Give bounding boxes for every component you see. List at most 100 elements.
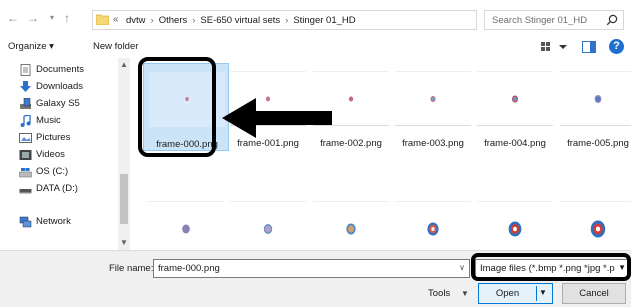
- nav-item-label: Downloads: [36, 81, 83, 92]
- file-name: frame-003.png: [402, 138, 464, 149]
- scroll-up-icon[interactable]: ▲: [120, 60, 128, 69]
- breadcrumb-item-others[interactable]: Others: [159, 15, 188, 26]
- file-name-dropdown-icon[interactable]: ∨: [459, 263, 465, 272]
- breadcrumb-item-dvtw[interactable]: dvtw: [126, 15, 146, 26]
- file-tile[interactable]: frame-000.png: [143, 63, 229, 151]
- stinger-frame-image: [512, 95, 518, 103]
- scrollbar-thumb[interactable]: [120, 174, 128, 224]
- change-view-icon[interactable]: [540, 40, 570, 54]
- stinger-frame-image: [508, 221, 522, 237]
- file-type-dropdown-icon[interactable]: ▼: [618, 263, 626, 272]
- drive-icon: [19, 168, 32, 178]
- search-icon[interactable]: [606, 14, 618, 26]
- stinger-frame-shape: [347, 225, 355, 233]
- file-type-label: Image files (*.bmp *.png *jpg *.p: [480, 263, 615, 274]
- file-tile[interactable]: frame-003.png: [390, 63, 476, 151]
- stinger-frame-shape: [431, 97, 435, 101]
- file-thumbnail: [148, 201, 224, 256]
- file-list: frame-000.png frame-001.png frame-002.png f…: [131, 58, 631, 279]
- file-name-combobox: ∨: [153, 259, 470, 278]
- breadcrumb-separator-icon[interactable]: ›: [285, 15, 288, 26]
- file-thumbnail: [230, 201, 306, 256]
- file-name: frame-004.png: [484, 138, 546, 149]
- stinger-frame-shape: [513, 226, 517, 232]
- organize-button[interactable]: Organize ▾: [8, 41, 54, 52]
- stinger-frame-shape: [348, 96, 354, 102]
- search-input[interactable]: [485, 11, 603, 29]
- file-thumbnail: [560, 201, 631, 256]
- stinger-frame-shape: [595, 96, 601, 102]
- file-name: frame-000.png: [156, 139, 218, 150]
- file-name: frame-005.png: [567, 138, 629, 149]
- stinger-frame-shape: [431, 227, 435, 231]
- annotation-arrow-icon: [222, 98, 332, 138]
- new-folder-button[interactable]: New folder: [93, 41, 138, 52]
- nav-item-label: Network: [36, 216, 71, 227]
- scroll-down-icon[interactable]: ▼: [120, 238, 128, 247]
- help-icon[interactable]: ?: [609, 39, 624, 54]
- cancel-button[interactable]: Cancel: [562, 283, 626, 304]
- music-icon: [20, 115, 31, 127]
- stinger-frame-image: [427, 222, 439, 236]
- folder-icon: [96, 14, 109, 25]
- forward-arrow-icon[interactable]: →: [26, 11, 40, 25]
- stinger-frame-image: [346, 223, 356, 235]
- breadcrumb-item-virtual-sets[interactable]: SE-650 virtual sets: [200, 15, 280, 26]
- up-arrow-icon[interactable]: ↑: [60, 11, 74, 25]
- stinger-frame-shape: [595, 226, 601, 232]
- file-thumbnail: [395, 201, 471, 256]
- back-arrow-icon[interactable]: ←: [6, 11, 20, 25]
- overflow-chevron-icon[interactable]: «: [113, 14, 119, 25]
- open-dropdown-icon[interactable]: ▼: [539, 288, 547, 297]
- file-tile[interactable]: frame-005.png: [555, 63, 631, 151]
- file-thumbnail: [477, 71, 553, 126]
- stinger-frame-shape: [185, 97, 189, 101]
- address-row: ← → ▾ ↑ « dvtw › Others › SE-650 virtual set…: [0, 0, 631, 38]
- nav-item-label: OS (C:): [36, 166, 69, 177]
- breadcrumb-separator-icon[interactable]: ›: [151, 15, 154, 26]
- tools-dropdown-icon[interactable]: ▼: [461, 289, 469, 298]
- stinger-frame-image: [594, 95, 602, 103]
- dialog-footer: File name: ∨ Image files (*.bmp *.png *j…: [0, 250, 631, 307]
- nav-item-label: Videos: [36, 149, 65, 160]
- stinger-frame-shape: [265, 225, 271, 233]
- command-bar: Organize ▾ New folder ?: [0, 38, 631, 58]
- file-tile[interactable]: frame-004.png: [472, 63, 558, 151]
- breadcrumb-separator-icon[interactable]: ›: [192, 15, 195, 26]
- file-name-input[interactable]: [154, 260, 454, 277]
- file-type-select[interactable]: Image files (*.bmp *.png *jpg *.p ▼: [475, 259, 630, 278]
- recent-locations-chevron-icon[interactable]: ▾: [45, 11, 59, 25]
- nav-item-label: Pictures: [36, 132, 71, 143]
- search-box: [484, 10, 624, 30]
- downloads-icon: [20, 81, 31, 92]
- file-thumbnail: [313, 201, 389, 256]
- breadcrumb-item-stinger[interactable]: Stinger 01_HD: [293, 15, 355, 26]
- drive-icon: [19, 189, 32, 194]
- nav-item-label: DATA (D:): [36, 183, 78, 194]
- open-button[interactable]: Open ▼: [478, 283, 553, 304]
- stinger-frame-image: [590, 220, 606, 238]
- pictures-icon: [19, 133, 32, 143]
- network-icon: [19, 216, 32, 228]
- nav-item-label: Music: [36, 115, 61, 126]
- file-thumbnail: [477, 201, 553, 256]
- file-thumbnail: [560, 71, 631, 126]
- tools-button[interactable]: Tools: [428, 288, 450, 299]
- nav-scrollbar[interactable]: ▲ ▼: [118, 58, 130, 250]
- breadcrumb: dvtw › Others › SE-650 virtual sets › Stinger …: [126, 15, 356, 26]
- documents-icon: [20, 64, 31, 76]
- open-button-label: Open: [495, 288, 520, 299]
- address-bar[interactable]: « dvtw › Others › SE-650 virtual sets › Stinge…: [92, 10, 519, 30]
- stinger-frame-shape: [513, 96, 517, 102]
- stinger-frame-image: [263, 224, 273, 234]
- navigation-pane: Documents Downloads Galaxy S5 Music Pict…: [0, 58, 130, 250]
- file-thumbnail: [395, 71, 471, 126]
- stinger-frame-image: [430, 96, 436, 102]
- open-split-dropdown[interactable]: ▼: [536, 286, 550, 301]
- nav-item-label: Documents: [36, 64, 85, 75]
- nav-item-label: Galaxy S5: [36, 98, 80, 109]
- preview-pane-icon[interactable]: [582, 41, 596, 53]
- phone-icon: [20, 98, 31, 109]
- stinger-frame-image: [182, 224, 190, 234]
- file-name-label: File name:: [109, 263, 154, 274]
